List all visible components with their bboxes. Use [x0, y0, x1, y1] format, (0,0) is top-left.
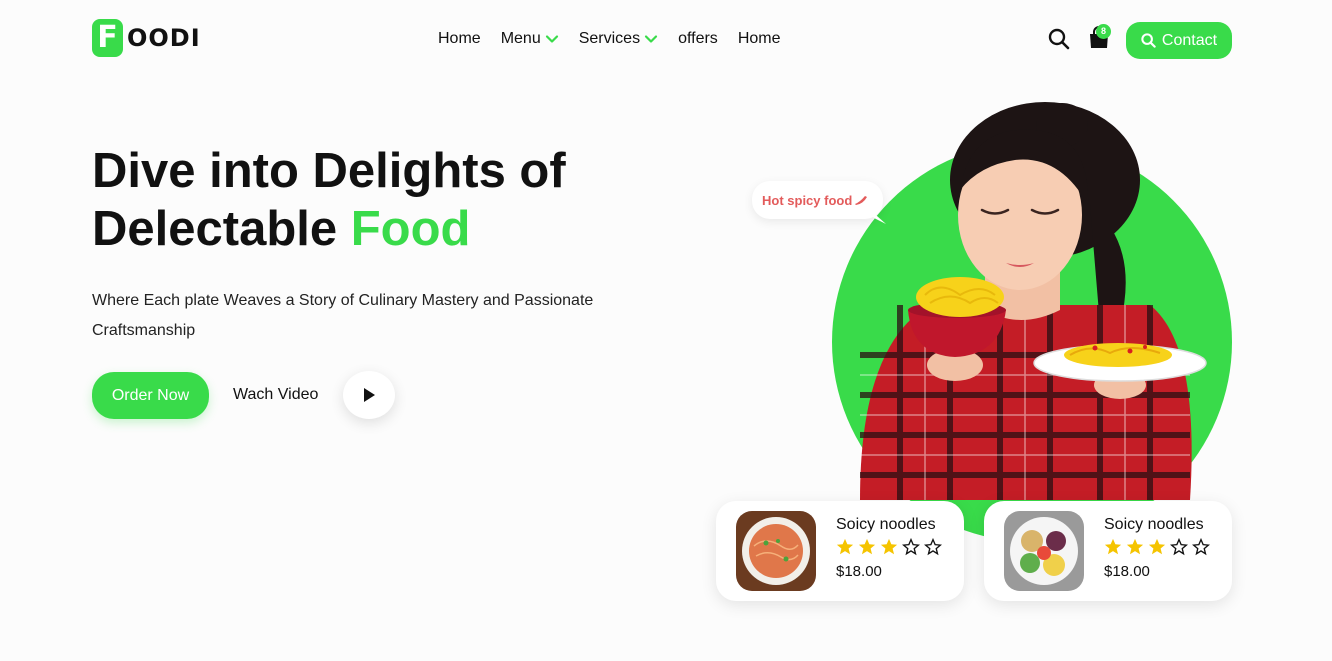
search-icon[interactable]	[1048, 28, 1070, 50]
contact-label: Contact	[1161, 31, 1218, 49]
nav-item-label: Services	[578, 30, 641, 47]
rating-stars	[1104, 538, 1210, 556]
order-now-button[interactable]: Order Now	[92, 372, 209, 419]
hero-title: Dive into Delights of Delectable Food	[92, 142, 566, 258]
nav-item-menu[interactable]: Menu	[501, 30, 559, 48]
nav-item-label: Home	[438, 30, 481, 47]
food-card-image	[1004, 511, 1084, 591]
chevron-down-icon	[545, 35, 558, 43]
star-filled-icon	[858, 538, 876, 555]
nav-item-home-2[interactable]: Home	[738, 30, 781, 48]
main-nav: Home Menu Services offers Home	[438, 30, 781, 48]
food-card[interactable]: Soicy noodles $18.00	[716, 501, 964, 601]
food-card[interactable]: Soicy noodles $18.00	[984, 501, 1232, 601]
hero-title-accent: Food	[350, 202, 471, 256]
star-filled-icon	[1148, 538, 1166, 555]
play-icon	[364, 388, 375, 402]
chevron-down-icon	[644, 35, 658, 43]
logo-text: OODI	[127, 24, 201, 52]
logo-badge: F	[92, 19, 123, 57]
food-card-name: Soicy noodles	[836, 516, 936, 533]
nav-item-home[interactable]: Home	[438, 30, 481, 48]
hero-subtitle: Where Each plate Weaves a Story of Culin…	[92, 292, 594, 339]
hero-person-image	[860, 102, 1207, 500]
nav-item-label: Home	[737, 30, 781, 47]
nav-item-label: offers	[678, 30, 718, 47]
chili-icon	[855, 196, 868, 205]
contact-button[interactable]: Contact	[1126, 22, 1232, 59]
nav-item-label: Menu	[500, 30, 541, 47]
nav-item-services[interactable]: Services	[579, 30, 658, 48]
star-filled-icon	[836, 538, 854, 555]
star-filled-icon	[1126, 538, 1144, 555]
star-empty-icon	[924, 538, 942, 556]
bubble-tail	[868, 208, 886, 224]
star-empty-icon	[1170, 538, 1188, 556]
cart-count-badge: 8	[1096, 24, 1111, 39]
star-filled-icon	[1104, 538, 1122, 555]
bubble-text: Hot spicy food	[762, 192, 853, 208]
food-card-image	[736, 511, 816, 591]
rating-stars	[836, 538, 942, 556]
hero-title-line1: Dive into Delights of	[92, 144, 566, 198]
hero-title-line2: Delectable	[92, 202, 351, 256]
food-card-name: Soicy noodles	[1104, 516, 1204, 533]
star-empty-icon	[1192, 538, 1210, 556]
food-card-price: $18.00	[836, 563, 882, 580]
star-empty-icon	[902, 538, 920, 556]
play-video-button[interactable]	[343, 371, 395, 419]
food-card-price: $18.00	[1104, 563, 1150, 580]
watch-video-label[interactable]: Wach Video	[233, 386, 318, 404]
logo[interactable]: F OODI	[92, 19, 201, 57]
star-filled-icon	[880, 538, 898, 555]
nav-item-offers[interactable]: offers	[678, 30, 718, 48]
hot-spicy-bubble: Hot spicy food	[752, 181, 883, 219]
search-icon	[1141, 33, 1156, 48]
